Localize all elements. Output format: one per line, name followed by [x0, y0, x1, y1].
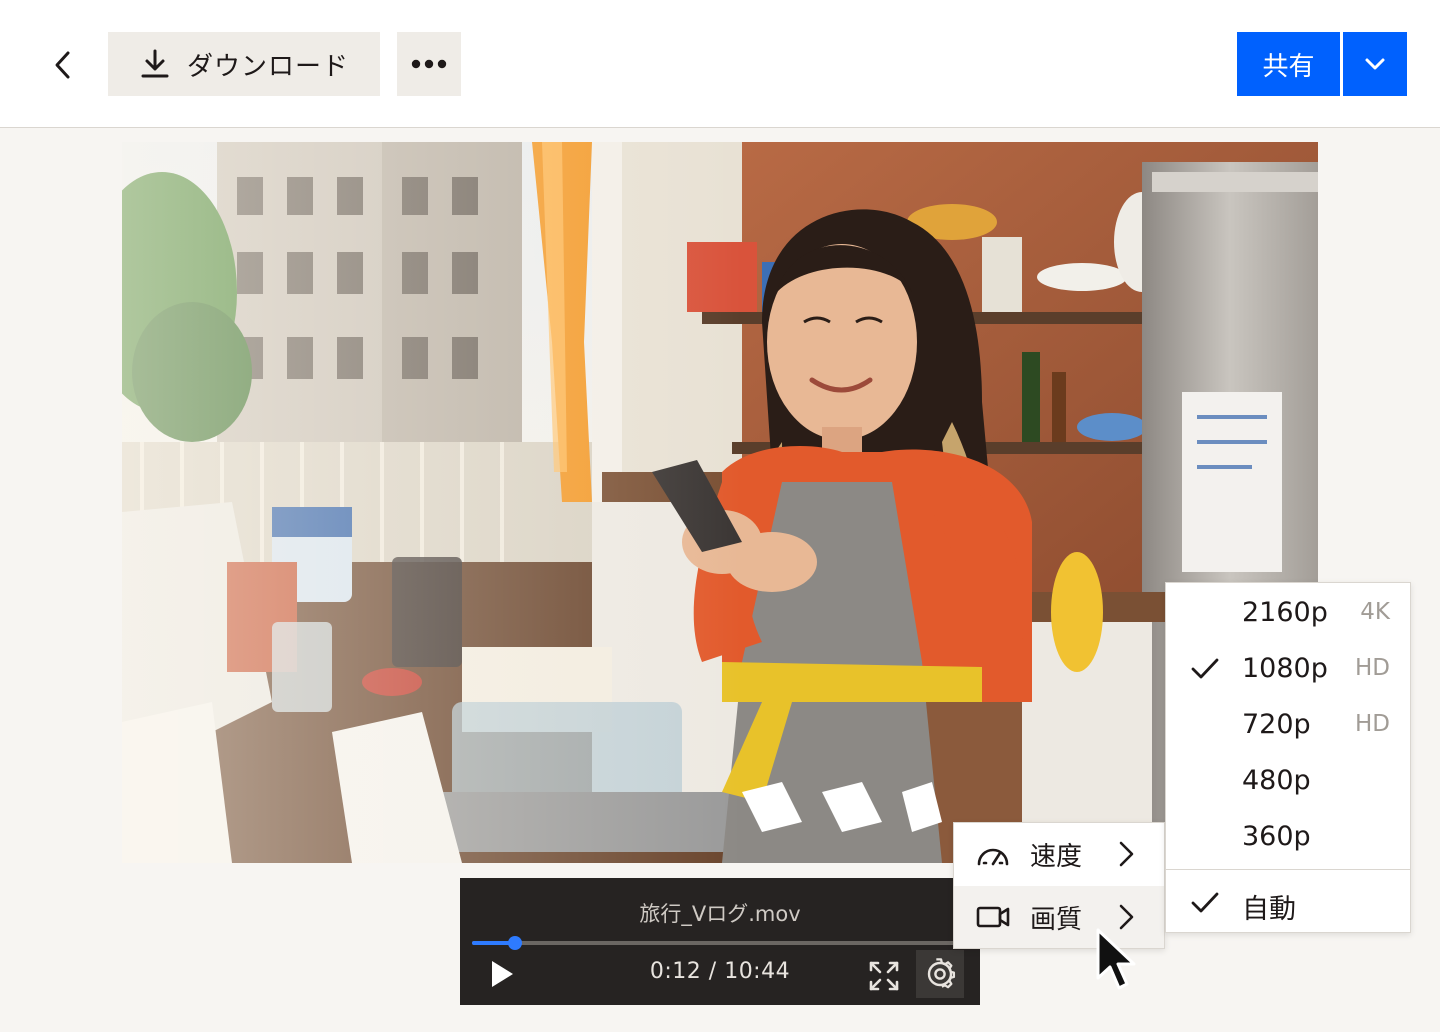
quality-menu: 2160p 4K 1080p HD 720p HD 480p 360p 自動 [1165, 582, 1411, 933]
fullscreen-icon [869, 961, 899, 991]
back-button[interactable] [38, 40, 88, 90]
quality-option-label: 720p [1242, 709, 1311, 740]
quality-option-label: 480p [1242, 765, 1311, 796]
download-icon [141, 49, 169, 78]
quality-option-tag: 4K [1360, 599, 1390, 625]
menu-item-quality-label: 画質 [1030, 904, 1083, 935]
menu-divider [1166, 869, 1410, 870]
quality-option-2160p[interactable]: 2160p 4K [1166, 585, 1410, 641]
quality-option-label: 1080p [1242, 653, 1328, 684]
download-label: ダウンロード [186, 51, 349, 82]
quality-option-720p[interactable]: 720p HD [1166, 697, 1410, 753]
quality-option-label: 自動 [1242, 894, 1296, 925]
quality-option-1080p[interactable]: 1080p HD [1166, 641, 1410, 697]
video-player-controls: 旅行_Vログ.mov 0:12 / 10:44 [460, 878, 980, 1005]
quality-option-480p[interactable]: 480p [1166, 753, 1410, 809]
menu-item-speed[interactable]: 速度 [954, 823, 1164, 885]
checkmark-icon [1191, 892, 1219, 913]
chevron-right-icon [1119, 841, 1134, 867]
settings-menu: 速度 画質 [953, 822, 1165, 949]
checkmark-icon [1191, 658, 1219, 679]
chevron-left-icon [55, 51, 70, 79]
progress-track[interactable] [472, 936, 968, 950]
chevron-down-icon [1365, 58, 1385, 70]
progress-scrubber[interactable] [507, 936, 522, 950]
settings-button[interactable] [916, 950, 964, 998]
playback-time: 0:12 / 10:44 [649, 959, 791, 984]
more-dots-icon [411, 59, 447, 69]
quality-option-tag: HD [1354, 655, 1390, 681]
video-still-image [122, 142, 1318, 863]
share-menu-button[interactable] [1343, 32, 1407, 96]
speedometer-icon [977, 848, 1009, 866]
share-button[interactable]: 共有 [1237, 32, 1340, 96]
top-toolbar: ダウンロード 共有 [0, 0, 1440, 128]
fullscreen-button[interactable] [868, 956, 900, 996]
video-frame[interactable] [122, 142, 1318, 863]
quality-option-label: 360p [1242, 821, 1311, 852]
quality-option-360p[interactable]: 360p [1166, 809, 1410, 865]
chevron-right-icon [1119, 904, 1134, 930]
video-camera-icon [976, 906, 1010, 928]
video-filename: 旅行_Vログ.mov [639, 902, 801, 926]
download-button[interactable]: ダウンロード [108, 32, 380, 96]
quality-option-auto[interactable]: 自動 [1166, 875, 1410, 931]
quality-option-tag: HD [1354, 711, 1390, 737]
menu-item-speed-label: 速度 [1030, 841, 1083, 872]
more-options-button[interactable] [397, 32, 461, 96]
quality-option-label: 2160p [1242, 597, 1328, 628]
menu-item-quality[interactable]: 画質 [954, 886, 1164, 948]
gear-icon [927, 958, 956, 989]
